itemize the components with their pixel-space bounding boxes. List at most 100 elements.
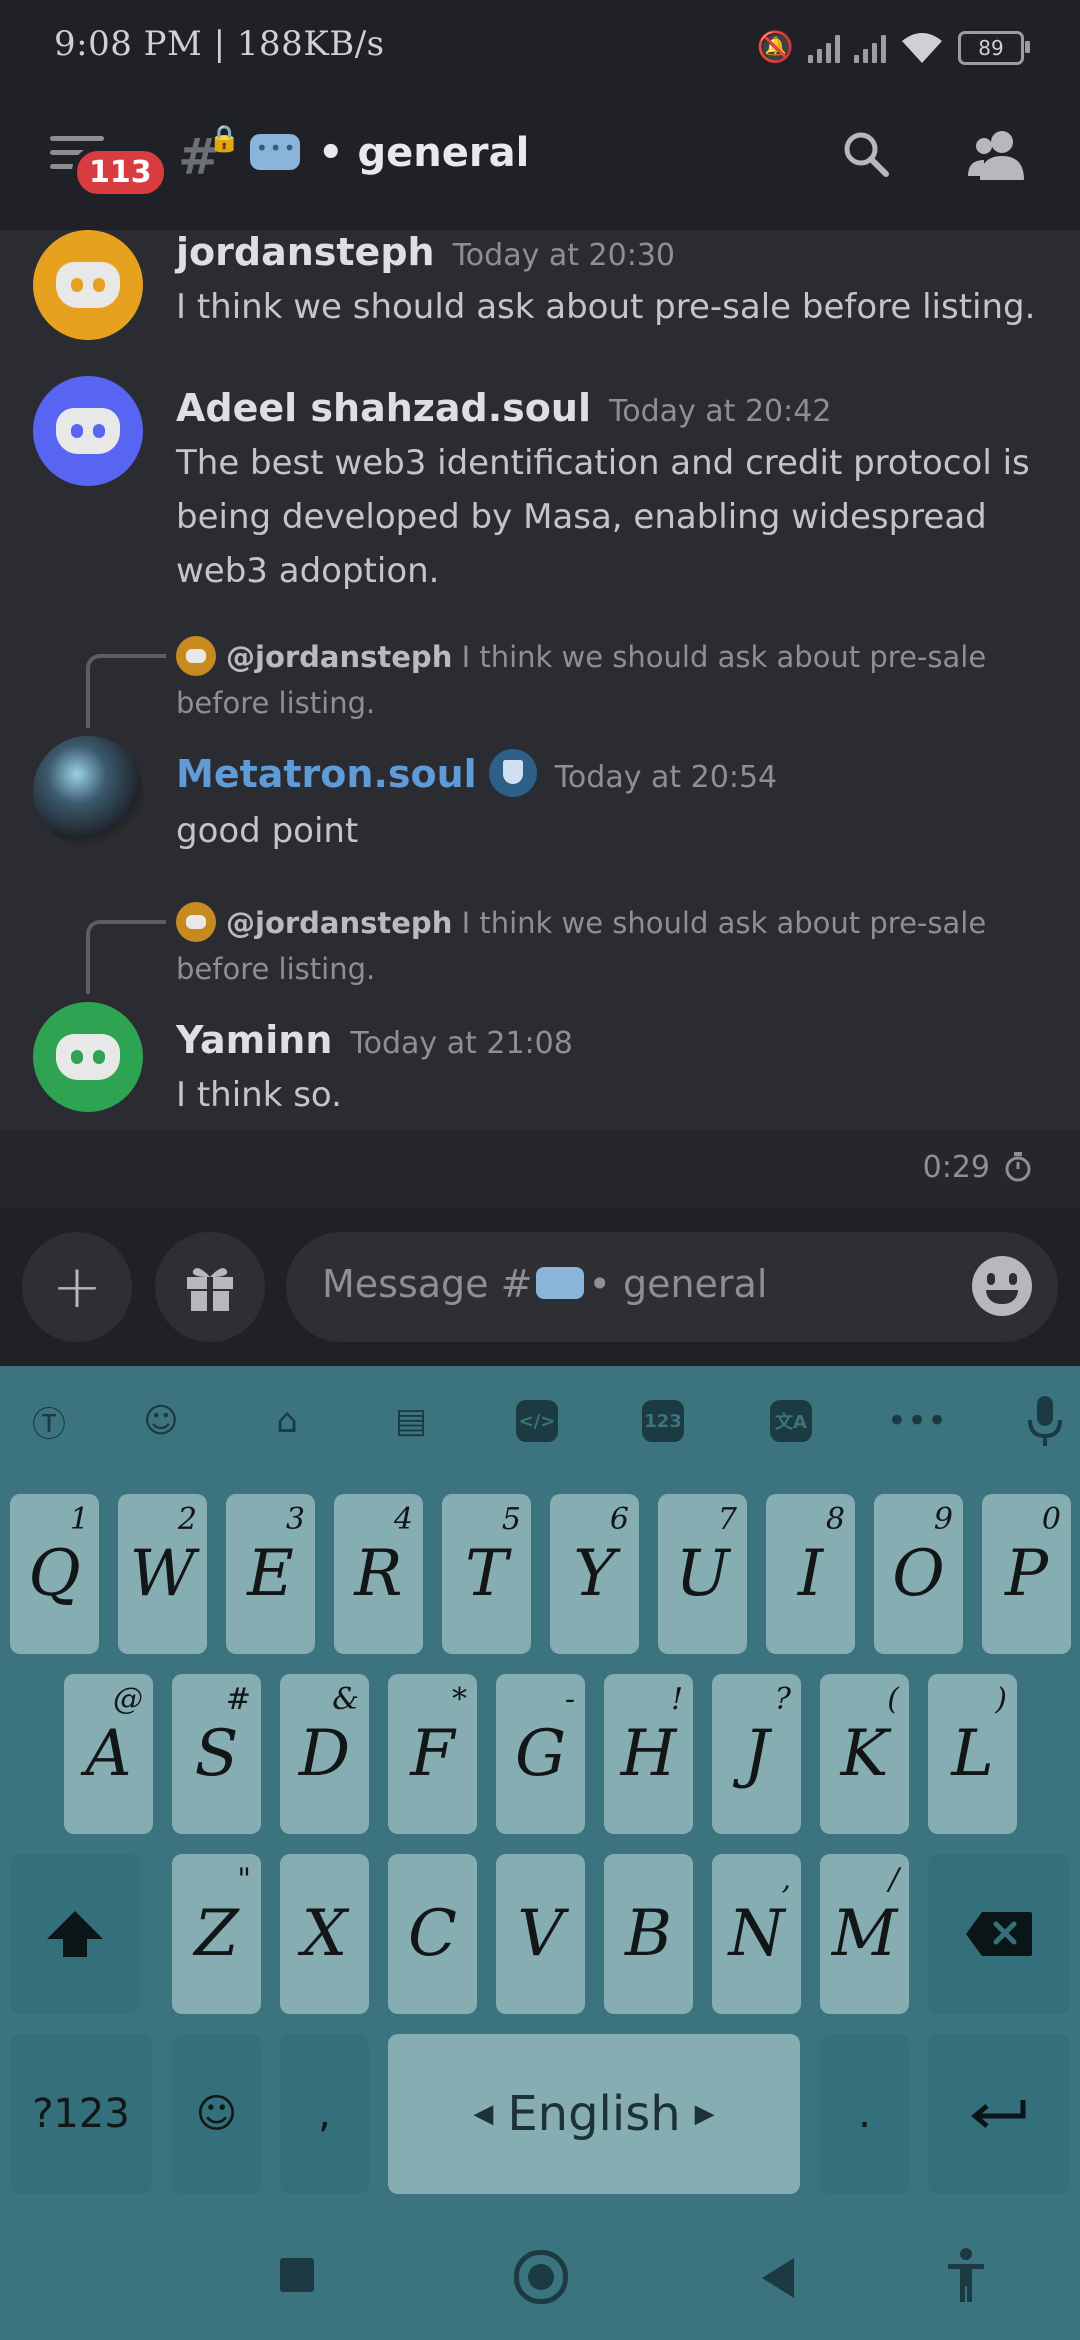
- numbers-toolbar-button[interactable]: 123: [638, 1396, 688, 1446]
- message-list[interactable]: jordansteph Today at 20:30 I think we sho…: [0, 230, 1080, 1130]
- key-i[interactable]: 8I: [766, 1494, 855, 1654]
- key-s[interactable]: # S: [172, 1674, 261, 1834]
- smiley-icon: ☺: [195, 2091, 238, 2137]
- author-name[interactable]: Metatron.soul: [176, 752, 477, 796]
- key-r[interactable]: 4R: [334, 1494, 423, 1654]
- microphone-icon[interactable]: [1020, 1396, 1070, 1446]
- avatar[interactable]: [33, 736, 143, 846]
- key-z[interactable]: " Z: [172, 1854, 261, 2014]
- key-t[interactable]: 5T: [442, 1494, 531, 1654]
- channel-header: 113 #🔒 • general: [0, 92, 1080, 232]
- language-left-icon: ◀: [473, 2099, 494, 2129]
- wifi-icon: [902, 32, 942, 63]
- key-m[interactable]: / M: [820, 1854, 909, 2014]
- message-author[interactable]: Metatron.soul Today at 20:54: [176, 748, 777, 801]
- translate-icon[interactable]: 文A: [766, 1396, 816, 1446]
- author-name[interactable]: Adeel shahzad.soul: [176, 386, 591, 430]
- key-k[interactable]: (K: [820, 1674, 909, 1834]
- key-x[interactable]: X: [280, 1854, 369, 2014]
- key-h[interactable]: ! H: [604, 1674, 693, 1834]
- key-d[interactable]: & D: [280, 1674, 369, 1834]
- message-author[interactable]: Yaminn Today at 21:08: [176, 1018, 573, 1062]
- discord-logo-icon: [56, 1034, 120, 1080]
- stopwatch-icon: [1005, 1152, 1031, 1182]
- text-style-icon[interactable]: Ⓣ: [24, 1396, 74, 1446]
- message-author[interactable]: jordansteph Today at 20:30: [176, 230, 675, 274]
- reply-preview[interactable]: @jordansteph I think we should ask about…: [176, 900, 1056, 992]
- channel-title[interactable]: • general: [318, 130, 529, 176]
- store-icon[interactable]: ⌂: [262, 1396, 312, 1446]
- message-author[interactable]: Adeel shahzad.soul Today at 20:42: [176, 386, 831, 430]
- signal-icon-2: [854, 33, 886, 63]
- members-icon[interactable]: [966, 128, 1026, 182]
- emoji-icon[interactable]: [972, 1256, 1032, 1316]
- recents-button[interactable]: [280, 2258, 314, 2292]
- avatar[interactable]: [33, 1002, 143, 1112]
- add-attachment-button[interactable]: +: [22, 1232, 132, 1342]
- space-language-label: English: [507, 2086, 681, 2142]
- shield-badge-icon: [488, 748, 537, 797]
- author-name[interactable]: Yaminn: [176, 1018, 332, 1062]
- key-j[interactable]: ? J: [712, 1674, 801, 1834]
- status-icons: 🔕 89: [756, 30, 1030, 65]
- key-b[interactable]: B: [604, 1854, 693, 2014]
- emoji-key[interactable]: ☺: [172, 2034, 261, 2194]
- avatar[interactable]: [33, 376, 143, 486]
- avatar[interactable]: [33, 230, 143, 340]
- search-icon[interactable]: [842, 130, 890, 178]
- numbers-toolbar-label: 123: [642, 1400, 684, 1442]
- reply-connector: [86, 654, 166, 728]
- key-g[interactable]: -G: [496, 1674, 585, 1834]
- key-n[interactable]: ,N: [712, 1854, 801, 2014]
- plus-icon: +: [51, 1252, 103, 1322]
- bell-muted-icon: 🔕: [756, 30, 794, 65]
- gift-button[interactable]: [155, 1232, 265, 1342]
- message-timestamp: Today at 20:42: [608, 394, 832, 429]
- key-o[interactable]: 9O: [874, 1494, 963, 1654]
- space-key[interactable]: ◀ English ▶: [388, 2034, 800, 2194]
- slowmode-bar: 0:29: [0, 1130, 1080, 1208]
- key-l[interactable]: ) L: [928, 1674, 1017, 1834]
- key-p[interactable]: 0P: [982, 1494, 1071, 1654]
- enter-key[interactable]: [928, 2034, 1070, 2194]
- symbols-key[interactable]: ?123: [10, 2034, 152, 2194]
- key-y[interactable]: 6Y: [550, 1494, 639, 1654]
- author-name[interactable]: jordansteph: [176, 230, 435, 274]
- reply-mention[interactable]: @jordansteph: [226, 640, 452, 674]
- key-w[interactable]: 2W: [118, 1494, 207, 1654]
- reply-connector: [86, 920, 166, 994]
- key-a[interactable]: @ A: [64, 1674, 153, 1834]
- backspace-key[interactable]: [928, 1854, 1070, 2014]
- message-text: good point: [176, 811, 359, 851]
- message-text: I think so.: [176, 1075, 342, 1115]
- reply-avatar: [176, 636, 216, 676]
- message-input[interactable]: Message # • general: [286, 1232, 1058, 1342]
- navigation-bar: [0, 2218, 1080, 2340]
- smiley-icon[interactable]: ☺: [136, 1396, 186, 1446]
- reply-avatar: [176, 902, 216, 942]
- message-timestamp: Today at 21:08: [350, 1026, 573, 1061]
- accessibility-icon[interactable]: [946, 2248, 986, 2304]
- shift-arrow-icon: [47, 1911, 103, 1957]
- period-key[interactable]: .: [820, 2034, 909, 2194]
- reply-mention[interactable]: @jordansteph: [226, 906, 452, 940]
- key-e[interactable]: 3E: [226, 1494, 315, 1654]
- reply-preview[interactable]: @jordansteph I think we should ask about…: [176, 634, 1056, 726]
- key-f[interactable]: * F: [388, 1674, 477, 1834]
- clipboard-icon[interactable]: ▤: [386, 1396, 436, 1446]
- speech-bubble-emoji-icon: [250, 134, 300, 170]
- discord-logo-icon: [56, 408, 120, 454]
- slowmode-timer: 0:29: [922, 1150, 990, 1185]
- key-q[interactable]: 1Q: [10, 1494, 99, 1654]
- more-icon[interactable]: •••: [887, 1396, 947, 1446]
- unread-badge: 113: [72, 146, 169, 199]
- key-u[interactable]: 7U: [658, 1494, 747, 1654]
- back-button[interactable]: [762, 2258, 794, 2298]
- code-icon[interactable]: </>: [512, 1396, 562, 1446]
- shift-key[interactable]: [10, 1854, 140, 2014]
- key-v[interactable]: V: [496, 1854, 585, 2014]
- home-button[interactable]: [514, 2250, 568, 2304]
- comma-key[interactable]: ,: [280, 2034, 369, 2194]
- key-c[interactable]: C: [388, 1854, 477, 2014]
- keyboard: Ⓣ ☺ ⌂ ▤ </> 123 文A ••• 1Q 2W 3E 4R 5T 6Y…: [0, 1366, 1080, 2218]
